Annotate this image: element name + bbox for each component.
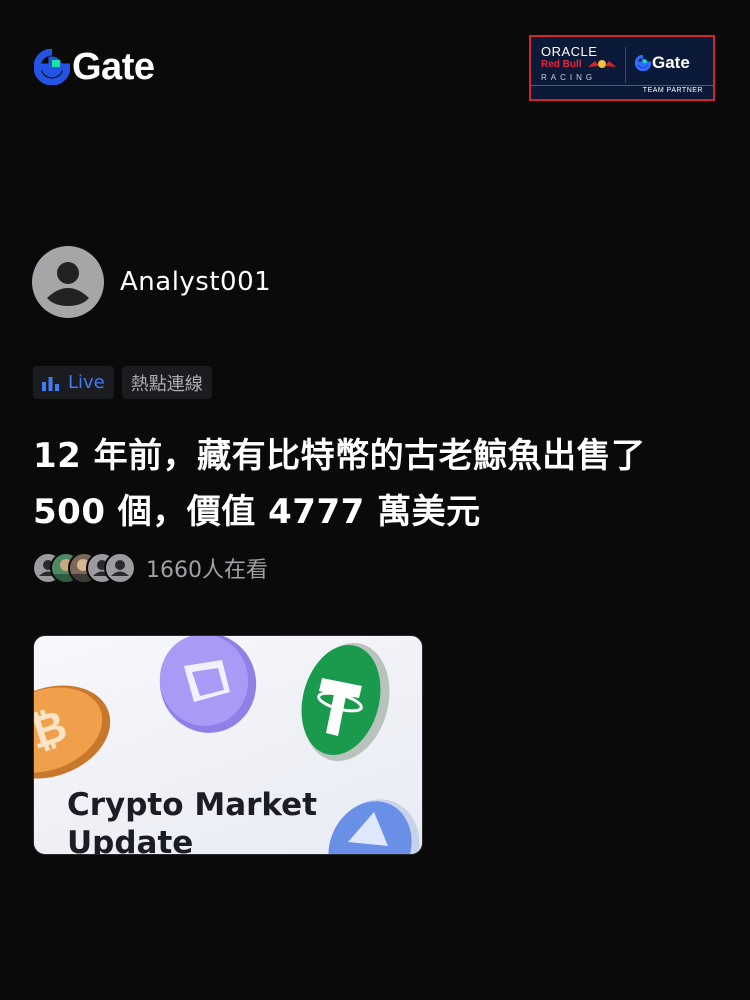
tag-hot-topic[interactable]: 熱點連線 [121, 366, 212, 399]
tag-list: Live 熱點連線 [33, 366, 212, 399]
partner-gate-text: Gate [652, 53, 690, 72]
viewer-count-text: 1660人在看 [146, 558, 268, 583]
viewer-avatar [104, 552, 136, 584]
redbull-bull-icon [588, 60, 616, 68]
brand-name: Gate [72, 46, 155, 88]
card-title: Crypto Market Update [67, 787, 318, 855]
team-partner-banner[interactable]: ORACLE Red Bull RACING Gate TEAM PARTNER [529, 35, 715, 101]
author-row[interactable]: Analyst001 [32, 246, 271, 318]
partner-divider [625, 47, 626, 83]
gate-logo-icon [635, 55, 651, 71]
partner-gate-logo: Gate [635, 53, 690, 73]
avatar[interactable] [32, 246, 104, 318]
article-cover-card[interactable]: ₿ Crypto Market Update [33, 635, 423, 855]
tag-live[interactable]: Live [33, 366, 114, 399]
tag-hot-topic-label: 熱點連線 [130, 373, 203, 395]
default-user-icon [47, 262, 89, 306]
viewer-avatar-stack [32, 552, 136, 584]
author-name[interactable]: Analyst001 [120, 267, 271, 297]
gate-logo-icon [34, 49, 70, 85]
bitcoin-coin-icon: ₿ [34, 685, 111, 779]
gate-logo[interactable]: Gate [34, 46, 155, 88]
team-partner-text: TEAM PARTNER [642, 87, 703, 94]
team-partner-strip: TEAM PARTNER [531, 86, 713, 99]
redbull-logo-text: Red Bull [541, 59, 582, 70]
article-title: 12 年前，藏有比特幣的古老鯨魚出售了 500 個，價值 4777 萬美元 [33, 436, 646, 532]
racing-text: RACING [541, 73, 597, 82]
tag-live-label: Live [68, 372, 105, 393]
viewer-count-row: 1660人在看 [32, 552, 268, 584]
bar-chart-icon [42, 376, 59, 391]
ethereum-coin-icon [159, 636, 257, 733]
tether-coin-icon [301, 643, 390, 761]
